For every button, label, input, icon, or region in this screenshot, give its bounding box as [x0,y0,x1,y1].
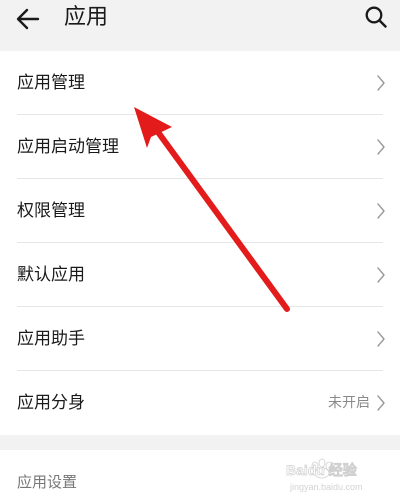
baidu-jingyan-watermark: Baidu 经验 jingyan.baidu.com [286,458,363,492]
app-settings-page: 应用 应用管理 应用启动管理 权限管理 默认应用 应用助手 应用分身 未开启 应… [0,0,400,500]
list-item-app-launch-management[interactable]: 应用启动管理 [0,115,400,179]
chevron-right-icon [377,139,385,155]
row-label: 应用启动管理 [17,137,119,157]
list-item-app-assistant[interactable]: 应用助手 [0,307,400,371]
page-title: 应用 [64,5,109,30]
list-item-app-management[interactable]: 应用管理 [0,51,400,115]
row-label: 权限管理 [17,201,85,221]
row-label: 应用分身 [17,393,85,413]
row-label: 默认应用 [17,265,85,285]
chevron-right-icon [377,331,385,347]
section-title: 应用设置 [17,473,78,491]
list-item-permission-management[interactable]: 权限管理 [0,179,400,243]
arrow-left-icon[interactable] [14,6,44,32]
watermark-url: jingyan.baidu.com [289,482,363,492]
watermark-brand: Baidu 经验 [286,462,358,478]
header: 应用 [0,0,400,51]
row-label: 应用管理 [17,73,85,93]
chevron-right-icon [377,267,385,283]
search-icon[interactable] [364,5,388,29]
list-item-default-apps[interactable]: 默认应用 [0,243,400,307]
status-text: 未开启 [328,395,370,411]
chevron-right-icon [377,395,385,411]
list-item-app-twin[interactable]: 应用分身 未开启 [0,371,400,435]
chevron-right-icon [377,75,385,91]
chevron-right-icon [377,203,385,219]
row-label: 应用助手 [17,329,85,349]
settings-list: 应用管理 应用启动管理 权限管理 默认应用 应用助手 应用分身 未开启 [0,51,400,435]
